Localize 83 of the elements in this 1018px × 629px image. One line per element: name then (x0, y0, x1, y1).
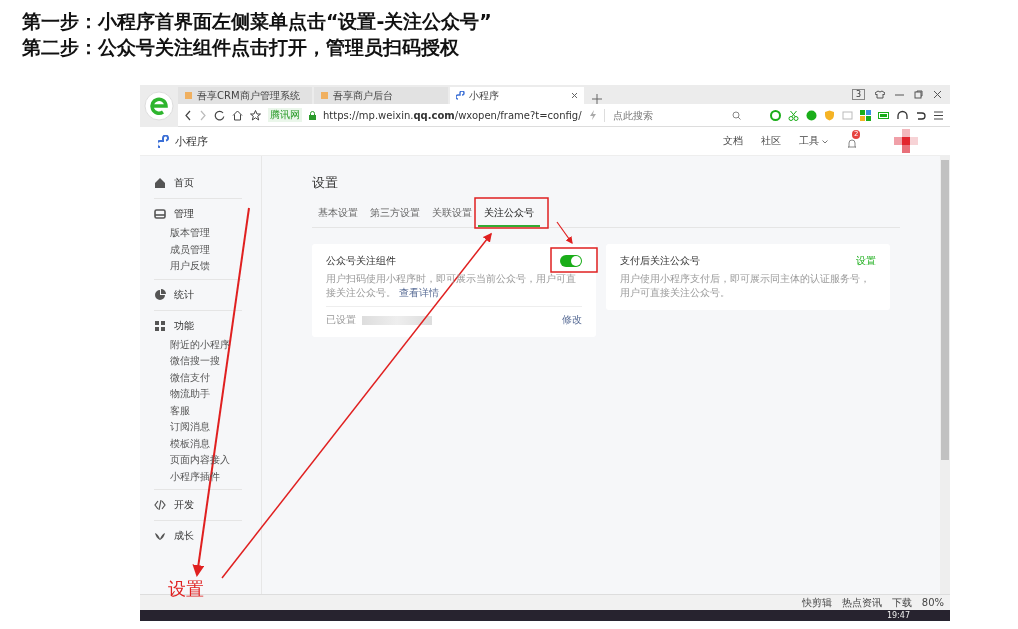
sidebar-subitem[interactable]: 成员管理 (150, 241, 280, 258)
close-icon[interactable] (571, 90, 578, 101)
coin-icon[interactable] (806, 109, 817, 121)
status-item[interactable]: 下载 (891, 595, 912, 610)
sidebar-item[interactable]: 首页 (154, 172, 242, 194)
back-icon[interactable] (184, 109, 192, 121)
browser-tab[interactable]: 吾享商户后台 (314, 87, 448, 104)
settings-tab[interactable]: 基本设置 (312, 202, 364, 227)
sidebar-subitem[interactable]: 模板消息 (150, 435, 280, 452)
inbox-icon (154, 208, 166, 220)
reload-icon[interactable] (214, 109, 225, 121)
apps-icon[interactable] (860, 109, 871, 121)
header-link[interactable]: 文档 (722, 134, 743, 148)
link-icon (456, 91, 465, 100)
details-link[interactable]: 查看详情 (399, 287, 440, 298)
site-badge: 腾讯网 (268, 108, 302, 122)
card-description: 用户使用小程序支付后，即可展示同主体的认证服务号，用户可直接关注公众号。 (620, 272, 871, 300)
header-link[interactable]: 工具 (798, 134, 828, 148)
sidebar-subitem[interactable]: 客服 (150, 402, 280, 419)
sidebar-item[interactable]: 功能 (154, 314, 242, 337)
page-icon (320, 91, 329, 100)
browser-tab[interactable]: 吾享CRM商户管理系统 (178, 87, 312, 104)
blurred-text (362, 315, 432, 325)
star-icon[interactable] (250, 109, 261, 121)
browser-logo-icon[interactable] (144, 91, 174, 121)
blurred-avatar[interactable] (894, 129, 918, 153)
edit-link[interactable]: 修改 (562, 313, 582, 327)
status-label: 已设置 (326, 313, 356, 327)
pie-chart-icon (154, 288, 166, 301)
browser-tab[interactable]: 小程序 (450, 87, 584, 104)
shield-icon[interactable] (824, 109, 835, 121)
restore-icon[interactable] (914, 90, 923, 99)
sidebar-subitem[interactable]: 微信支付 (150, 369, 280, 386)
sidebar-subitem[interactable]: 订阅消息 (150, 419, 280, 436)
app-logo-icon (158, 134, 171, 148)
app-brand: 小程序 (175, 133, 208, 149)
page-icon (184, 91, 193, 100)
lock-icon (309, 110, 316, 120)
highlight-frame (550, 247, 598, 273)
settings-tab[interactable]: 关联设置 (426, 202, 478, 227)
grid-icon (154, 319, 166, 332)
battery-icon[interactable] (878, 110, 890, 120)
annotation-label: 设置 (168, 578, 204, 600)
tab-count[interactable]: 3 (851, 89, 865, 100)
home-icon[interactable] (232, 109, 243, 121)
home-icon (154, 177, 166, 189)
card-description: 用户扫码使用小程序时，即可展示当前公众号，用户可直接关注公众号。 查看详情 (326, 272, 577, 300)
forward-icon[interactable] (199, 109, 207, 121)
page-title: 设置 (312, 174, 339, 192)
close-icon[interactable] (933, 90, 942, 99)
url-field[interactable]: https://mp.weixin.qq.com/wxopen/frame?t=config/ (323, 109, 582, 121)
clock: 19:47 (886, 611, 910, 620)
scrollbar-thumb[interactable] (941, 160, 949, 460)
sidebar-subitem[interactable]: 物流助手 (150, 386, 280, 403)
circle-icon[interactable] (770, 109, 781, 121)
menu-icon[interactable] (933, 109, 944, 121)
status-item[interactable]: 快剪辑 (801, 595, 832, 610)
status-item[interactable]: 80% (921, 597, 944, 608)
code-icon (154, 499, 166, 511)
sidebar-subitem[interactable]: 微信搜一搜 (150, 353, 280, 370)
settings-tab[interactable]: 第三方设置 (364, 202, 426, 227)
sidebar-item[interactable]: 开发 (154, 494, 242, 516)
slide-heading: 第二步：公众号关注组件点击打开，管理员扫码授权 (22, 35, 460, 60)
card-title: 支付后关注公众号 (620, 254, 700, 268)
caret-icon (822, 140, 828, 144)
scissors-icon[interactable] (788, 109, 799, 121)
sidebar-item[interactable]: 成长 (154, 525, 242, 547)
header-link[interactable]: 社区 (760, 134, 781, 148)
sidebar-subitem[interactable]: 版本管理 (150, 225, 280, 242)
slide-heading: 第一步：小程序首界面左侧菜单点击“设置-关注公众号” (22, 9, 493, 34)
toggle-switch[interactable] (560, 255, 582, 267)
sidebar-subitem[interactable]: 用户反馈 (150, 258, 280, 275)
sidebar-item[interactable]: 管理 (154, 203, 242, 225)
shirt-icon[interactable] (875, 90, 885, 99)
annotation-arrow (556, 221, 573, 244)
search-icon[interactable] (731, 110, 741, 120)
sidebar-item[interactable]: 统计 (154, 283, 242, 306)
settings-tab[interactable]: 关注公众号 (478, 202, 540, 227)
search-field[interactable]: 点此搜索 (603, 108, 725, 122)
card-title: 公众号关注组件 (326, 254, 396, 268)
lightning-icon[interactable] (588, 110, 597, 120)
bell-icon[interactable] (846, 138, 858, 150)
status-item[interactable]: 热点资讯 (841, 595, 882, 610)
